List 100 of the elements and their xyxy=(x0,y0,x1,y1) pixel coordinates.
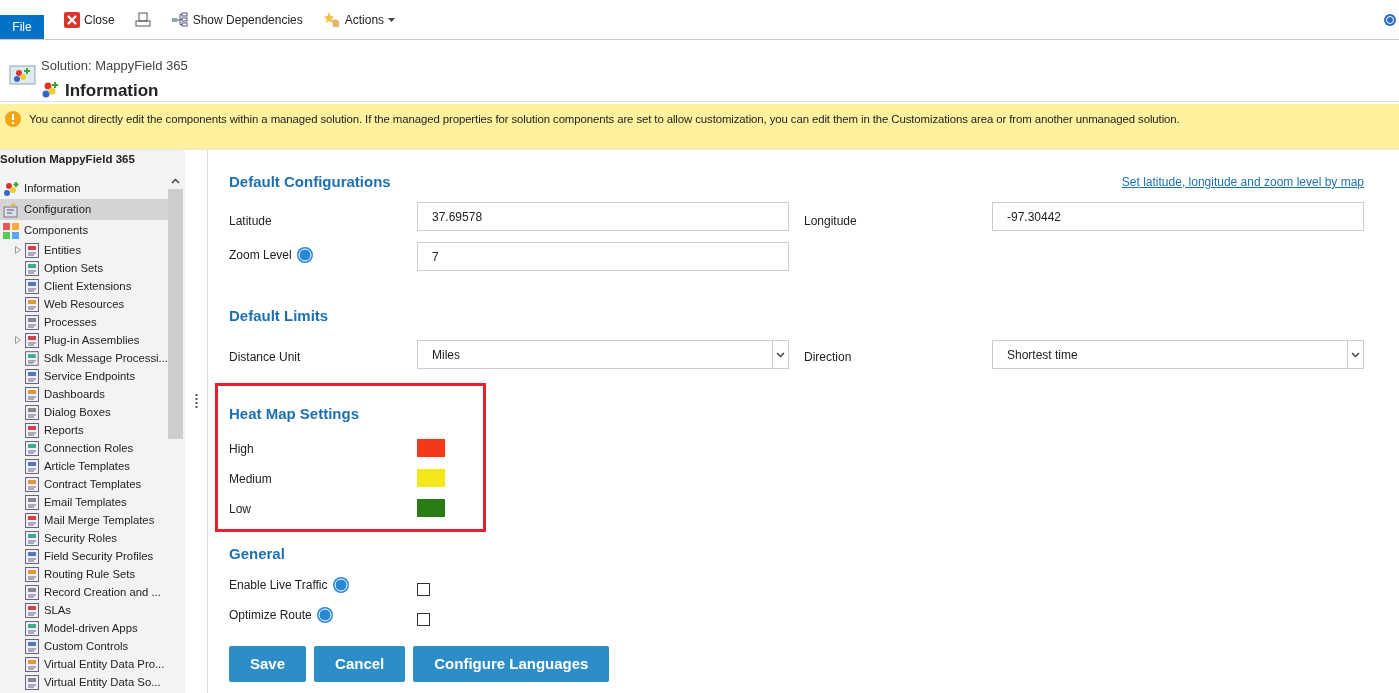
help-icon[interactable] xyxy=(315,606,334,624)
component-icon xyxy=(25,512,39,528)
component-icon xyxy=(25,656,39,672)
sidebar-item[interactable]: Security Roles xyxy=(0,529,168,547)
field-label: Longitude xyxy=(804,214,857,228)
close-icon xyxy=(64,11,80,28)
component-icon xyxy=(25,584,39,600)
component-icon xyxy=(25,620,39,636)
component-icon xyxy=(25,458,39,474)
save-button[interactable]: Save xyxy=(229,646,307,682)
longitude-field[interactable]: -97.30442 xyxy=(992,202,1364,231)
color-swatch[interactable] xyxy=(417,439,445,457)
solution-name: Solution: MappyField 365 xyxy=(41,57,188,75)
component-icon xyxy=(25,476,39,492)
heat-level-label: Medium xyxy=(229,472,272,486)
grid-icon xyxy=(3,222,19,239)
file-tab[interactable]: File xyxy=(0,15,44,39)
direction-dropdown[interactable]: Shortest time xyxy=(992,340,1364,369)
configure-languages-button[interactable]: Configure Languages xyxy=(413,646,610,682)
component-icon xyxy=(25,368,39,384)
checkbox[interactable] xyxy=(417,612,430,626)
sidebar-item[interactable]: Mail Merge Templates xyxy=(0,511,168,529)
color-swatch[interactable] xyxy=(417,499,445,517)
expand-arrow-icon[interactable] xyxy=(15,246,21,254)
help-icon[interactable] xyxy=(331,576,350,594)
component-icon xyxy=(25,296,39,312)
component-icon xyxy=(25,674,39,690)
section-title: Default Limits xyxy=(229,307,329,324)
scrollbar-thumb[interactable] xyxy=(168,189,183,439)
component-icon xyxy=(25,350,39,366)
field-label: Direction xyxy=(804,350,852,364)
close-button[interactable]: Close xyxy=(60,7,119,32)
component-icon xyxy=(25,602,39,618)
color-swatch[interactable] xyxy=(417,469,445,487)
show-dependencies-button[interactable]: Show Dependencies xyxy=(166,7,307,32)
component-icon xyxy=(25,566,39,582)
sidebar-item[interactable]: Configuration xyxy=(0,199,168,220)
component-icon xyxy=(25,494,39,510)
help-icon[interactable] xyxy=(1384,13,1396,26)
sidebar-item[interactable]: Processes xyxy=(0,313,168,331)
section-title: Heat Map Settings xyxy=(229,404,361,424)
component-icon xyxy=(25,332,39,348)
expand-arrow-icon[interactable] xyxy=(15,336,21,344)
sidebar-item[interactable]: Information xyxy=(0,178,168,199)
component-icon xyxy=(25,278,39,294)
map-link[interactable]: Set latitude, longitude and zoom level by map xyxy=(1121,173,1364,191)
field-label: Enable Live Traffic xyxy=(229,577,328,594)
field-label: Latitude xyxy=(229,214,272,228)
help-icon[interactable] xyxy=(295,246,314,264)
sidebar-item[interactable]: Custom Controls xyxy=(0,637,168,655)
component-icon xyxy=(25,314,39,330)
sidebar-item[interactable]: Contract Templates xyxy=(0,475,168,493)
sidebar-item[interactable]: Components xyxy=(0,220,168,241)
actions-menu-button[interactable]: Actions xyxy=(318,7,400,32)
heat-level-label: High xyxy=(229,442,254,456)
sidebar-item[interactable]: Record Creation and ... xyxy=(0,583,168,601)
section-title: Default Configurations xyxy=(229,171,391,192)
hand-star-icon xyxy=(322,10,341,29)
sidebar-item[interactable]: Client Extensions xyxy=(0,277,168,295)
sidebar-item[interactable]: Dashboards xyxy=(0,385,168,403)
splitter-handle-icon[interactable] xyxy=(194,392,198,411)
zoom-level-field[interactable]: 7 xyxy=(417,242,789,271)
heat-level-label: Low xyxy=(229,502,251,516)
warning-icon xyxy=(5,111,21,127)
page-title: Information xyxy=(65,79,159,102)
sidebar-item[interactable]: Routing Rule Sets xyxy=(0,565,168,583)
cancel-button[interactable]: Cancel xyxy=(314,646,406,682)
printer-icon xyxy=(134,11,151,28)
warning-message: You cannot directly edit the components within a managed solution. If the managed properties for solution components are set to allow customization, you can edit them in the Customizations area or from another unmanaged solution. xyxy=(29,112,1180,127)
sidebar-item[interactable]: Email Templates xyxy=(0,493,168,511)
component-icon xyxy=(25,386,39,402)
sidebar-item[interactable]: SLAs xyxy=(0,601,168,619)
component-icon xyxy=(25,440,39,456)
sidebar-item[interactable]: Dialog Boxes xyxy=(0,403,168,421)
sidebar-item[interactable]: Model-driven Apps xyxy=(0,619,168,637)
sidebar-item[interactable]: Service Endpoints xyxy=(0,367,168,385)
sidebar-item[interactable]: Plug-in Assemblies xyxy=(0,331,168,349)
sidebar-item[interactable]: Entities xyxy=(0,241,168,259)
components-icon xyxy=(3,180,19,197)
field-label: Zoom Level xyxy=(229,247,292,264)
component-icon xyxy=(25,404,39,420)
sidebar-item[interactable]: Web Resources xyxy=(0,295,168,313)
hierarchy-icon xyxy=(170,11,189,28)
latitude-field[interactable]: 37.69578 xyxy=(417,202,789,231)
distance-unit-dropdown[interactable]: Miles xyxy=(417,340,789,369)
sidebar-item[interactable]: Reports xyxy=(0,421,168,439)
sidebar-item[interactable]: Virtual Entity Data So... xyxy=(0,673,168,691)
component-icon xyxy=(25,638,39,654)
sidebar-item[interactable]: Article Templates xyxy=(0,457,168,475)
component-icon xyxy=(25,548,39,564)
sidebar-item[interactable]: Sdk Message Processi... xyxy=(0,349,168,367)
component-icon xyxy=(25,530,39,546)
sidebar-item[interactable]: Virtual Entity Data Pro... xyxy=(0,655,168,673)
sidebar-item[interactable]: Option Sets xyxy=(0,259,168,277)
sidebar-item[interactable]: Connection Roles xyxy=(0,439,168,457)
sidebar-item[interactable]: Field Security Profiles xyxy=(0,547,168,565)
settings-icon xyxy=(3,201,19,218)
caret-icon xyxy=(388,17,396,22)
checkbox[interactable] xyxy=(417,582,430,596)
field-label: Optimize Route xyxy=(229,607,312,624)
